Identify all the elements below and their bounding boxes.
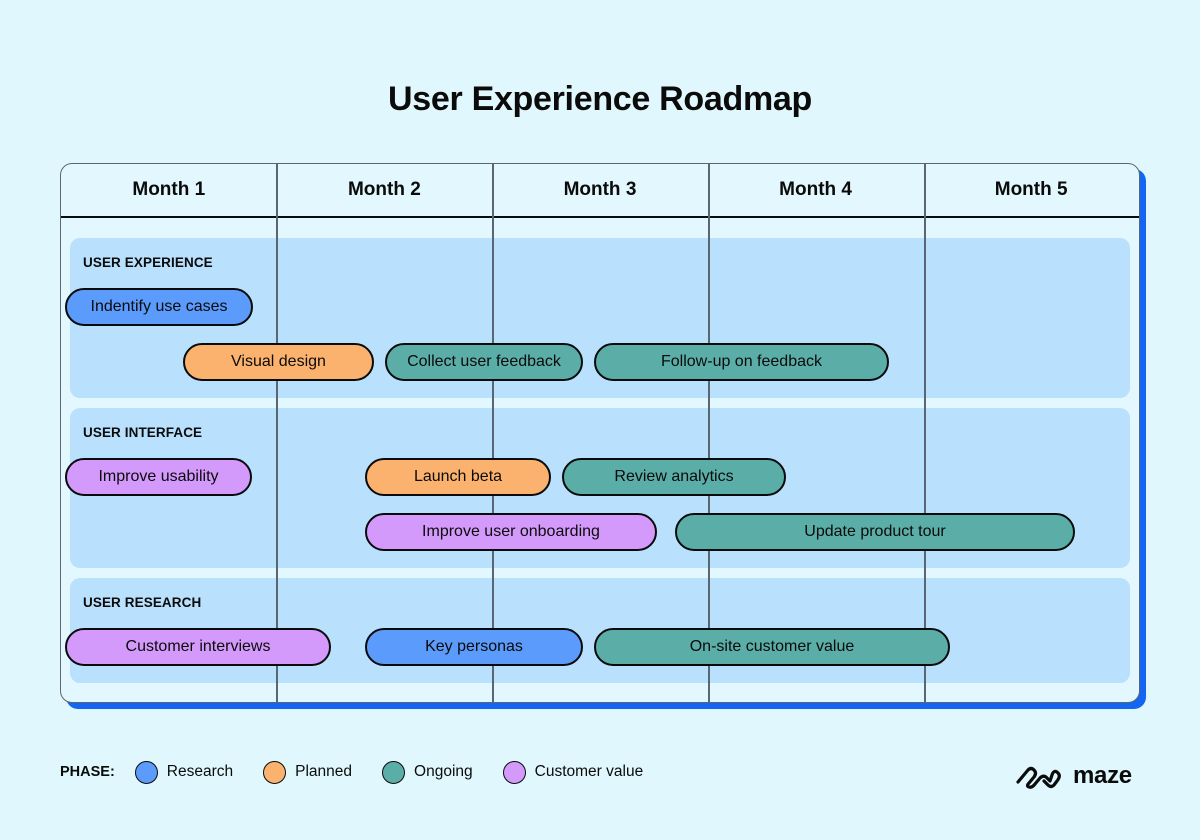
group-label: USER INTERFACE [83, 425, 203, 440]
legend-swatch [263, 760, 287, 784]
month-header-4: Month 4 [779, 179, 852, 200]
legend-item-ongoing: Ongoing [382, 760, 473, 784]
legend-label: Planned [295, 763, 353, 780]
column-divider [708, 164, 710, 702]
column-divider [492, 164, 494, 702]
column-divider [924, 164, 926, 702]
task-pill[interactable]: On-site customer value [594, 628, 950, 666]
legend-title: PHASE: [60, 764, 115, 780]
task-pill[interactable]: Follow-up on feedback [594, 343, 889, 381]
task-pill[interactable]: Indentify use cases [65, 288, 253, 326]
task-pill[interactable]: Improve usability [65, 458, 252, 496]
task-pill[interactable]: Collect user feedback [385, 343, 583, 381]
brand-name: maze [1073, 762, 1132, 789]
legend-swatch [382, 760, 406, 784]
roadmap-table: Month 1 Month 2 Month 3 Month 4 Month 5 … [60, 163, 1140, 703]
legend-item-customer-value: Customer value [502, 760, 644, 784]
phase-legend: PHASE: Research Planned Ongoing Customer… [60, 758, 673, 786]
task-pill[interactable]: Visual design [183, 343, 374, 381]
task-pill[interactable]: Improve user onboarding [365, 513, 657, 551]
legend-item-research: Research [134, 760, 234, 784]
legend-label: Customer value [534, 763, 644, 780]
month-header-5: Month 5 [994, 179, 1068, 200]
maze-logo-icon [1016, 766, 1061, 789]
legend-swatch [502, 760, 526, 784]
column-divider [276, 164, 278, 702]
task-pill[interactable]: Launch beta [365, 458, 551, 496]
task-pill[interactable]: Key personas [365, 628, 583, 666]
group-label: USER RESEARCH [83, 595, 202, 610]
task-pill[interactable]: Update product tour [675, 513, 1075, 551]
month-header-2: Month 2 [347, 179, 421, 200]
task-pill[interactable]: Customer interviews [65, 628, 331, 666]
legend-label: Research [166, 763, 234, 780]
month-header-row: Month 1 Month 2 Month 3 Month 4 Month 5 [61, 164, 1139, 218]
month-header-1: Month 1 [132, 179, 206, 200]
legend-swatch [134, 760, 158, 784]
month-header-3: Month 3 [563, 179, 637, 200]
legend-item-planned: Planned [263, 760, 353, 784]
task-pill[interactable]: Review analytics [562, 458, 786, 496]
group-label: USER EXPERIENCE [83, 255, 213, 270]
legend-label: Ongoing [414, 763, 473, 780]
maze-logo: maze [1015, 762, 1132, 790]
page-title: User Experience Roadmap [388, 80, 812, 118]
